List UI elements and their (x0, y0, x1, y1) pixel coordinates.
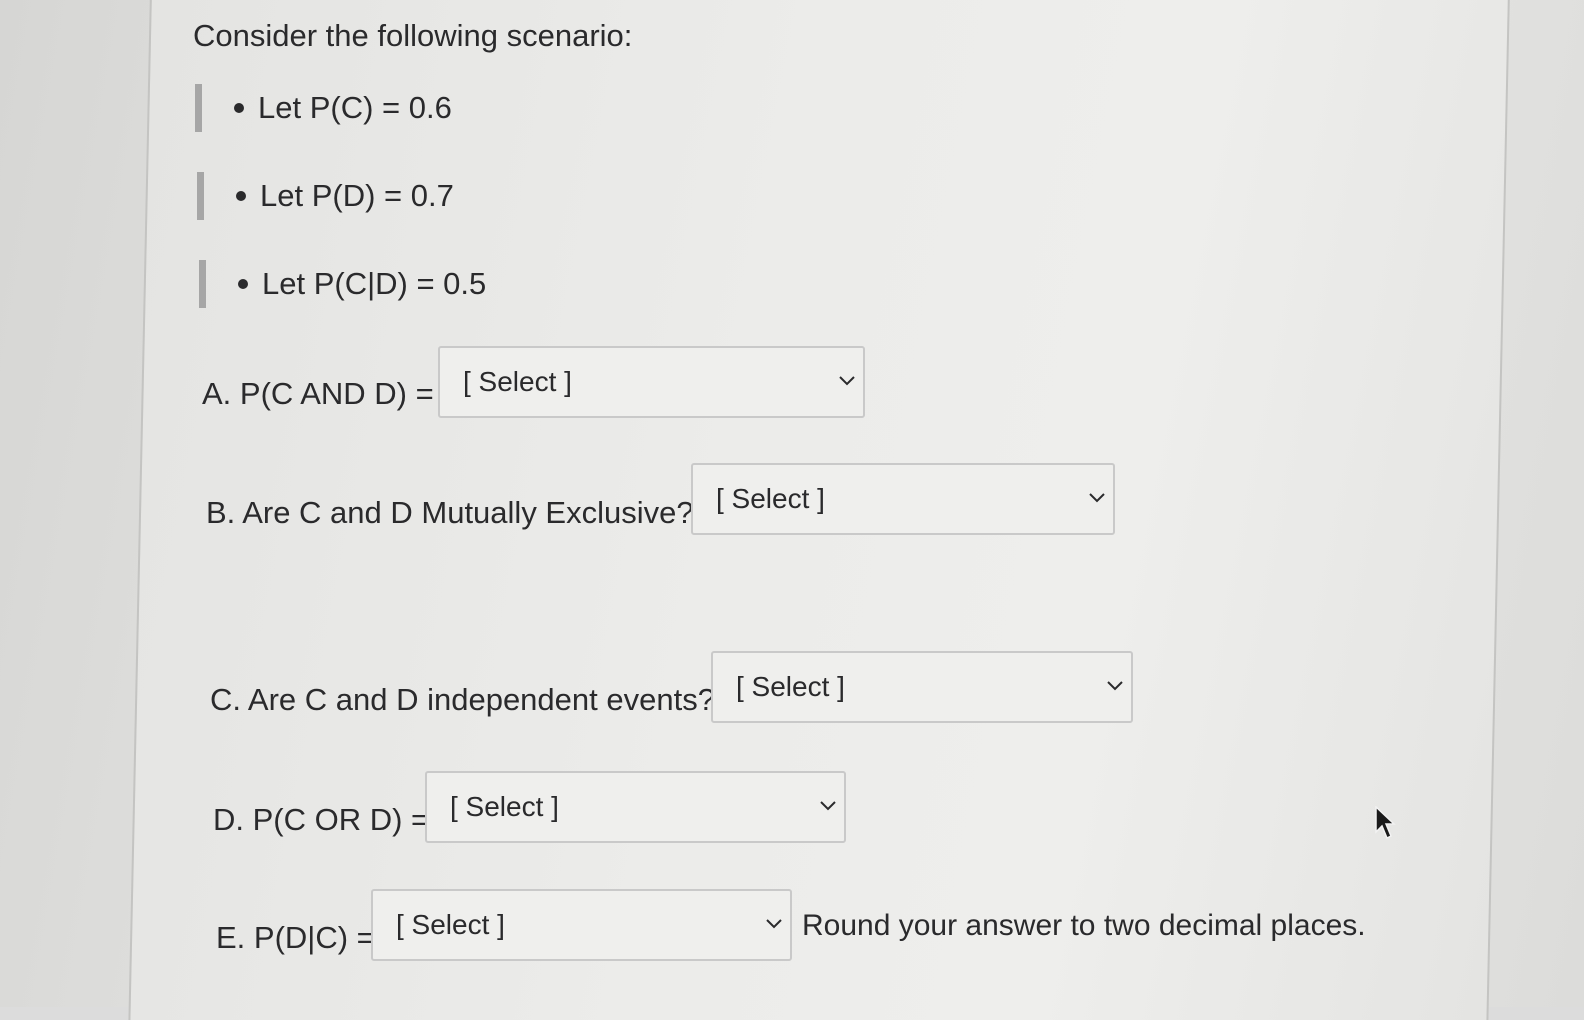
bullet-icon (238, 279, 248, 289)
given-text: Let P(C) = 0.6 (258, 90, 452, 125)
chevron-down-icon (1107, 681, 1123, 691)
given-text: Let P(C|D) = 0.5 (262, 266, 487, 301)
rounding-note: Round your answer to two decimal places. (802, 909, 1366, 942)
question-c-select[interactable]: [ Select ] (711, 651, 1133, 723)
question-b-select[interactable]: [ Select ] (691, 463, 1115, 535)
scenario-heading: Consider the following scenario: (193, 18, 633, 53)
given-item-pcgd: Let P(C|D) = 0.5 (199, 260, 486, 308)
chevron-down-icon (839, 376, 855, 386)
select-value: [ Select ] (463, 366, 572, 397)
mouse-pointer-icon (1375, 806, 1396, 840)
quote-marker (195, 84, 202, 132)
chevron-down-icon (820, 801, 836, 811)
question-b-label: B. Are C and D Mutually Exclusive? (206, 495, 694, 530)
question-a-label: A. P(C AND D) = (202, 376, 434, 411)
select-value: [ Select ] (716, 483, 825, 514)
chevron-down-icon (1089, 493, 1105, 503)
question-a-select[interactable]: [ Select ] (438, 346, 865, 418)
quiz-content: Consider the following scenario: Let P(C… (0, 0, 1584, 1007)
select-value: [ Select ] (736, 671, 845, 702)
select-value: [ Select ] (396, 909, 505, 940)
quote-marker (197, 172, 204, 220)
question-c-label: C. Are C and D independent events? (210, 682, 715, 717)
quote-marker (199, 260, 206, 308)
given-item-pd: Let P(D) = 0.7 (197, 172, 454, 220)
bullet-icon (234, 103, 244, 113)
question-d-select[interactable]: [ Select ] (425, 771, 846, 843)
chevron-down-icon (766, 919, 782, 929)
question-d-label: D. P(C OR D) = (213, 802, 430, 837)
question-e-label: E. P(D|C) = (216, 920, 375, 955)
given-text: Let P(D) = 0.7 (260, 178, 454, 213)
given-item-pc: Let P(C) = 0.6 (195, 84, 452, 132)
bullet-icon (236, 191, 246, 201)
question-e-select[interactable]: [ Select ] (371, 889, 792, 961)
select-value: [ Select ] (450, 791, 559, 822)
